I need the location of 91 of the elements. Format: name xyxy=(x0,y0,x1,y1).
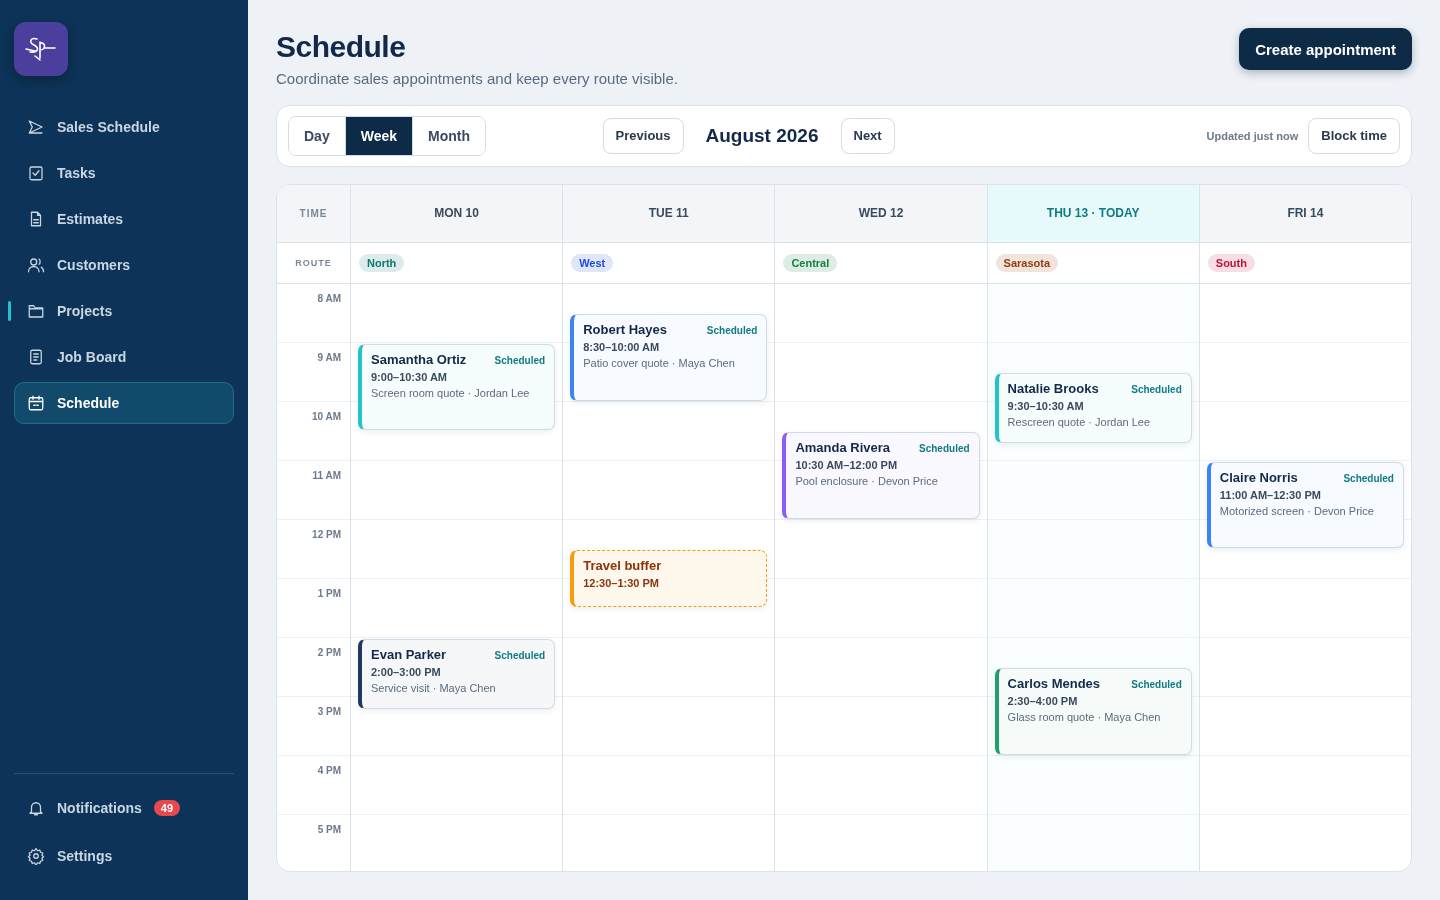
buffer-block[interactable]: Travel buffer 12:30–1:30 PM xyxy=(570,550,768,608)
create-appointment-button[interactable]: Create appointment xyxy=(1239,28,1412,70)
settings-icon xyxy=(27,847,45,865)
page-subtitle: Coordinate sales appointments and keep every route visible. xyxy=(276,70,678,87)
calendar-icon xyxy=(27,394,45,412)
appointment-detail: Pool enclosure · Devon Price xyxy=(795,475,939,488)
appointment-detail: Screen room quote · Jordan Lee xyxy=(371,386,531,399)
hour-label: 8 AM xyxy=(317,292,341,305)
appointment-detail: Glass room quote · Maya Chen xyxy=(1007,711,1162,724)
appointment-time: 2:30–4:00 PM xyxy=(1007,695,1079,708)
view-tab[interactable]: Week xyxy=(344,116,412,155)
nav-item[interactable]: Job Board xyxy=(14,336,234,378)
status-label: Scheduled xyxy=(1343,472,1394,484)
appointment-card[interactable]: Samantha Ortiz Scheduled 9:00–10:30 AM Screen room quote · Jordan Lee xyxy=(358,343,556,431)
appointment-time: 10:30 AM–12:00 PM xyxy=(795,459,899,472)
appointment-time: 9:00–10:30 AM xyxy=(371,370,449,383)
page-title: Schedule xyxy=(276,30,407,64)
status-label: Scheduled xyxy=(494,354,546,366)
nav-item[interactable]: Sales Schedule xyxy=(14,106,234,148)
appointment-card[interactable]: Natalie Brooks Scheduled 9:30–10:30 AM Rescreen quote · Jordan Lee xyxy=(994,373,1192,444)
nav-item[interactable]: Estimates xyxy=(14,198,234,240)
check-icon xyxy=(27,164,45,182)
updated-status: Updated just now xyxy=(1206,129,1299,142)
period-title: August 2026 xyxy=(705,124,819,147)
bell-icon xyxy=(27,799,45,817)
users-icon xyxy=(27,256,45,274)
route-tag: North xyxy=(359,253,405,272)
customer-name: Amanda Rivera xyxy=(795,440,891,456)
board-icon xyxy=(27,348,45,366)
hour-label: 1 PM xyxy=(317,587,341,600)
day-header: THU 13 · TODAY xyxy=(986,184,1199,243)
column-header: TIME xyxy=(277,184,350,243)
hour-label: 5 PM xyxy=(317,823,341,836)
customer-name: Robert Hayes xyxy=(583,322,667,338)
day-header: FRI 14 xyxy=(1198,184,1411,243)
appointment-detail: Rescreen quote · Jordan Lee xyxy=(1007,416,1152,429)
hour-label: 10 AM xyxy=(311,410,341,423)
appointment-detail: Patio cover quote · Maya Chen xyxy=(583,357,736,370)
status-label: Scheduled xyxy=(494,649,546,661)
appointment-detail: Service visit · Maya Chen xyxy=(371,681,497,694)
hour-label: 12 PM xyxy=(312,528,341,541)
hour-label: 4 PM xyxy=(317,764,341,777)
route-tag: Central xyxy=(783,253,838,272)
status-label: Scheduled xyxy=(706,325,758,337)
block-time-button[interactable]: Block time xyxy=(1308,117,1400,154)
nav-item[interactable]: Tasks xyxy=(14,152,234,194)
route-tag: West xyxy=(571,253,614,272)
hour-label: 9 AM xyxy=(317,351,341,364)
day-header: MON 10 xyxy=(350,184,563,243)
nav-label: Notifications xyxy=(57,800,142,816)
send-icon xyxy=(27,118,45,136)
day-header: WED 12 xyxy=(774,184,987,243)
hour-label: 3 PM xyxy=(317,705,341,718)
row-header: ROUTE xyxy=(277,242,350,284)
appointment-card[interactable]: Amanda Rivera Scheduled 10:30 AM–12:00 PM Pool enclosure · Devon Price xyxy=(782,432,980,519)
appointment-time: 8:30–10:00 AM xyxy=(583,341,661,354)
appointment-detail: Motorized screen · Devon Price xyxy=(1219,504,1375,517)
nav-label: Settings xyxy=(57,848,113,864)
buffer-time: 12:30–1:30 PM xyxy=(583,577,660,590)
customer-name: Claire Norris xyxy=(1219,469,1298,485)
status-label: Scheduled xyxy=(1131,384,1182,396)
logo[interactable] xyxy=(14,22,68,76)
day-header: TUE 11 xyxy=(562,184,775,243)
appointment-time: 2:00–3:00 PM xyxy=(371,665,442,678)
hour-label: 11 AM xyxy=(312,469,341,482)
nav-item[interactable]: Schedule xyxy=(14,382,234,424)
appointment-time: 9:30–10:30 AM xyxy=(1007,400,1085,413)
folder-icon xyxy=(27,302,45,320)
hour-label: 2 PM xyxy=(317,646,341,659)
customer-name: Evan Parker xyxy=(371,646,447,662)
view-tab[interactable]: Month xyxy=(412,116,485,155)
appointment-card[interactable]: Robert Hayes Scheduled 8:30–10:00 AM Patio cover quote · Maya Chen xyxy=(570,314,768,401)
customer-name: Natalie Brooks xyxy=(1007,381,1099,397)
appointment-card[interactable]: Evan Parker Scheduled 2:00–3:00 PM Service visit · Maya Chen xyxy=(358,638,556,709)
count-badge: 49 xyxy=(153,800,181,816)
appointment-card[interactable]: Claire Norris Scheduled 11:00 AM–12:30 PM Motorized screen · Devon Price xyxy=(1206,461,1404,549)
next-button[interactable]: Next xyxy=(840,117,895,154)
nav-item[interactable]: Customers xyxy=(14,244,234,286)
customer-name: Carlos Mendes xyxy=(1007,676,1101,692)
buffer-title: Travel buffer xyxy=(583,558,663,574)
nav-item[interactable]: Projects xyxy=(14,290,234,332)
previous-button[interactable]: Previous xyxy=(602,117,684,154)
route-tag: Sarasota xyxy=(995,253,1059,272)
nav-item[interactable]: Notifications 49 xyxy=(14,786,234,830)
nav-item[interactable]: Settings xyxy=(14,834,234,878)
status-label: Scheduled xyxy=(919,443,970,455)
customer-name: Samantha Ortiz xyxy=(371,351,467,367)
appointment-time: 11:00 AM–12:30 PM xyxy=(1219,488,1322,501)
status-label: Scheduled xyxy=(1131,679,1182,691)
route-tag: South xyxy=(1207,253,1255,272)
appointment-card[interactable]: Carlos Mendes Scheduled 2:30–4:00 PM Glass room quote · Maya Chen xyxy=(994,668,1192,755)
